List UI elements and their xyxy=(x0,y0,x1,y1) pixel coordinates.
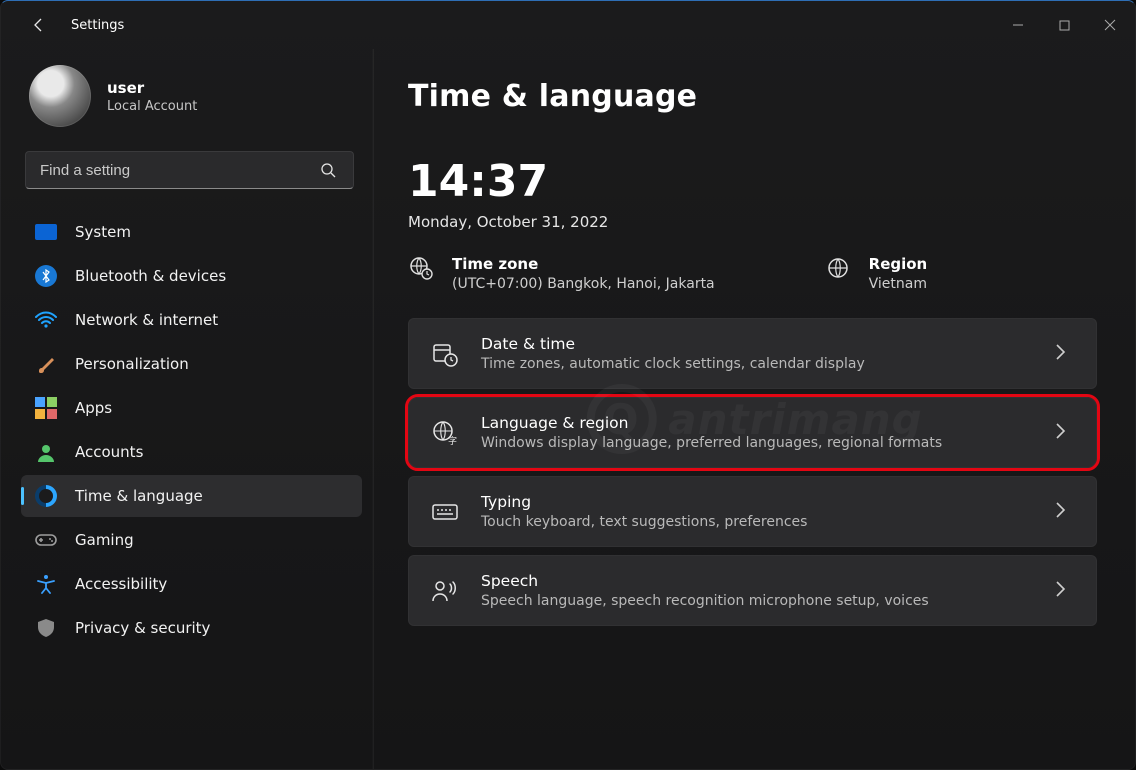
main-panel: Q antrimang Time & language 14:37 Monday… xyxy=(373,49,1135,769)
monitor-icon xyxy=(35,221,57,243)
language-icon: 字 xyxy=(431,419,459,447)
window-body: user Local Account System Bluetooth & de… xyxy=(1,49,1135,769)
maximize-icon xyxy=(1059,20,1070,31)
minimize-button[interactable] xyxy=(995,1,1041,49)
sidebar-item-label: System xyxy=(75,223,131,241)
sidebar-item-label: Network & internet xyxy=(75,311,218,329)
card-date-time[interactable]: Date & time Time zones, automatic clock … xyxy=(408,318,1097,389)
globe-icon xyxy=(825,255,851,281)
sidebar-item-time-language[interactable]: Time & language xyxy=(21,475,362,517)
search-icon xyxy=(314,151,342,189)
card-subtitle: Speech language, speech recognition micr… xyxy=(481,593,1032,609)
region-label: Region xyxy=(869,255,928,273)
sidebar-item-label: Apps xyxy=(75,399,112,417)
gamepad-icon xyxy=(35,529,57,551)
chevron-right-icon xyxy=(1054,343,1074,365)
profile-name: user xyxy=(107,79,197,97)
sidebar-item-label: Time & language xyxy=(75,487,203,505)
sidebar-item-label: Personalization xyxy=(75,355,189,373)
card-typing[interactable]: Typing Touch keyboard, text suggestions,… xyxy=(408,476,1097,547)
title-bar: Settings xyxy=(1,1,1135,49)
summary-row: Time zone (UTC+07:00) Bangkok, Hanoi, Ja… xyxy=(408,255,1097,292)
svg-text:字: 字 xyxy=(448,435,457,446)
card-subtitle: Time zones, automatic clock settings, ca… xyxy=(481,356,1032,372)
card-title: Typing xyxy=(481,493,1032,511)
sidebar-item-label: Gaming xyxy=(75,531,134,549)
window-title: Settings xyxy=(71,18,124,33)
region-value: Vietnam xyxy=(869,276,928,292)
sidebar-item-accounts[interactable]: Accounts xyxy=(21,431,362,473)
paintbrush-icon xyxy=(35,353,57,375)
maximize-button[interactable] xyxy=(1041,1,1087,49)
calendar-clock-icon xyxy=(431,340,459,368)
avatar xyxy=(29,65,91,127)
sidebar-item-system[interactable]: System xyxy=(21,211,362,253)
apps-icon xyxy=(35,397,57,419)
close-button[interactable] xyxy=(1087,1,1133,49)
sidebar-item-label: Accounts xyxy=(75,443,143,461)
current-time: 14:37 xyxy=(408,156,1097,207)
shield-icon xyxy=(35,617,57,639)
card-language-region[interactable]: 字 Language & region Windows display lang… xyxy=(408,397,1097,468)
chevron-right-icon xyxy=(1054,501,1074,523)
timezone-value: (UTC+07:00) Bangkok, Hanoi, Jakarta xyxy=(452,276,715,292)
globe-clock-icon xyxy=(408,255,434,281)
sidebar-item-label: Privacy & security xyxy=(75,619,210,637)
sidebar: user Local Account System Bluetooth & de… xyxy=(1,49,373,769)
sidebar-item-gaming[interactable]: Gaming xyxy=(21,519,362,561)
arrow-left-icon xyxy=(31,17,47,33)
settings-window: Settings user Local Account xyxy=(0,0,1136,770)
card-speech[interactable]: Speech Speech language, speech recogniti… xyxy=(408,555,1097,626)
sidebar-item-accessibility[interactable]: Accessibility xyxy=(21,563,362,605)
wifi-icon xyxy=(35,309,57,331)
accessibility-icon xyxy=(35,573,57,595)
bluetooth-icon xyxy=(35,265,57,287)
settings-cards: Date & time Time zones, automatic clock … xyxy=(408,318,1097,626)
close-icon xyxy=(1104,19,1116,31)
window-controls xyxy=(995,1,1133,49)
sidebar-item-personalization[interactable]: Personalization xyxy=(21,343,362,385)
search-box xyxy=(25,151,354,189)
keyboard-icon xyxy=(431,498,459,526)
sidebar-item-privacy[interactable]: Privacy & security xyxy=(21,607,362,649)
sidebar-item-label: Bluetooth & devices xyxy=(75,267,226,285)
card-title: Speech xyxy=(481,572,1032,590)
current-date: Monday, October 31, 2022 xyxy=(408,213,1097,231)
speech-icon xyxy=(431,577,459,605)
card-title: Date & time xyxy=(481,335,1032,353)
back-button[interactable] xyxy=(23,9,55,41)
sidebar-item-network[interactable]: Network & internet xyxy=(21,299,362,341)
clock-globe-icon xyxy=(35,485,57,507)
person-icon xyxy=(35,441,57,463)
minimize-icon xyxy=(1012,19,1024,31)
chevron-right-icon xyxy=(1054,580,1074,602)
timezone-label: Time zone xyxy=(452,255,715,273)
card-subtitle: Windows display language, preferred lang… xyxy=(481,435,1032,451)
sidebar-nav: System Bluetooth & devices Network & int… xyxy=(21,211,372,649)
profile-block[interactable]: user Local Account xyxy=(21,65,372,145)
search-input[interactable] xyxy=(25,151,354,189)
region-summary[interactable]: Region Vietnam xyxy=(825,255,928,292)
profile-subtitle: Local Account xyxy=(107,99,197,114)
timezone-summary[interactable]: Time zone (UTC+07:00) Bangkok, Hanoi, Ja… xyxy=(408,255,715,292)
sidebar-item-bluetooth[interactable]: Bluetooth & devices xyxy=(21,255,362,297)
page-title: Time & language xyxy=(408,79,1097,114)
card-title: Language & region xyxy=(481,414,1032,432)
card-subtitle: Touch keyboard, text suggestions, prefer… xyxy=(481,514,1032,530)
sidebar-item-apps[interactable]: Apps xyxy=(21,387,362,429)
sidebar-item-label: Accessibility xyxy=(75,575,167,593)
chevron-right-icon xyxy=(1054,422,1074,444)
